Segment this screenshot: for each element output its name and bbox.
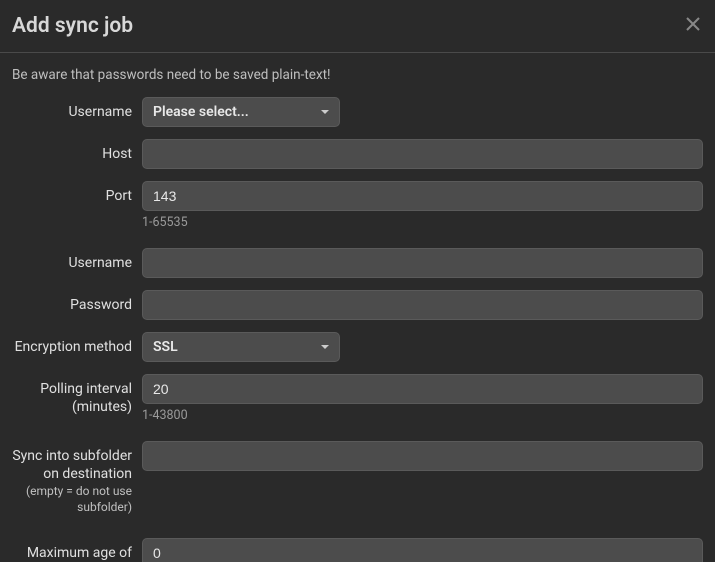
label-password: Password xyxy=(12,290,142,314)
label-encryption: Encryption method xyxy=(12,332,142,356)
label-username-local: Username xyxy=(12,97,142,121)
modal-title: Add sync job xyxy=(12,14,683,38)
info-warning: Be aware that passwords need to be saved… xyxy=(12,67,703,83)
subfolder-input[interactable] xyxy=(142,441,703,471)
label-username-remote: Username xyxy=(12,248,142,272)
polling-input[interactable] xyxy=(142,374,703,404)
label-subfolder: Sync into subfolder on destination (empt… xyxy=(12,441,142,516)
row-subfolder: Sync into subfolder on destination (empt… xyxy=(12,441,703,516)
label-subfolder-main: Sync into subfolder on destination xyxy=(12,448,132,482)
password-input[interactable] xyxy=(142,290,703,320)
label-subfolder-sub: (empty = do not use subfolder) xyxy=(12,484,132,515)
username-local-select[interactable]: Please select... xyxy=(142,97,340,127)
row-maxage: Maximum age of messages in days that wil… xyxy=(12,538,703,562)
polling-help: 1-43800 xyxy=(142,408,703,423)
username-local-select-value: Please select... xyxy=(153,104,321,120)
label-polling: Polling interval (minutes) xyxy=(12,374,142,416)
chevron-down-icon xyxy=(321,345,329,349)
row-polling: Polling interval (minutes) 1-43800 xyxy=(12,374,703,433)
maxage-input[interactable] xyxy=(142,538,703,562)
row-password: Password xyxy=(12,290,703,320)
label-maxage: Maximum age of messages in days that wil… xyxy=(12,538,142,562)
label-port: Port xyxy=(12,181,142,205)
modal-body: Be aware that passwords need to be saved… xyxy=(0,53,715,562)
add-sync-job-modal: Add sync job Be aware that passwords nee… xyxy=(0,0,715,562)
host-input[interactable] xyxy=(142,139,703,169)
row-encryption: Encryption method SSL xyxy=(12,332,703,362)
row-username-local: Username Please select... xyxy=(12,97,703,127)
encryption-select[interactable]: SSL xyxy=(142,332,340,362)
port-help: 1-65535 xyxy=(142,215,703,230)
close-icon xyxy=(686,17,700,31)
encryption-select-value: SSL xyxy=(153,339,321,355)
label-host: Host xyxy=(12,139,142,163)
chevron-down-icon xyxy=(321,110,329,114)
close-button[interactable] xyxy=(683,16,703,36)
row-host: Host xyxy=(12,139,703,169)
port-input[interactable] xyxy=(142,181,703,211)
modal-header: Add sync job xyxy=(0,0,715,53)
username-remote-input[interactable] xyxy=(142,248,703,278)
row-port: Port 1-65535 xyxy=(12,181,703,240)
row-username-remote: Username xyxy=(12,248,703,278)
